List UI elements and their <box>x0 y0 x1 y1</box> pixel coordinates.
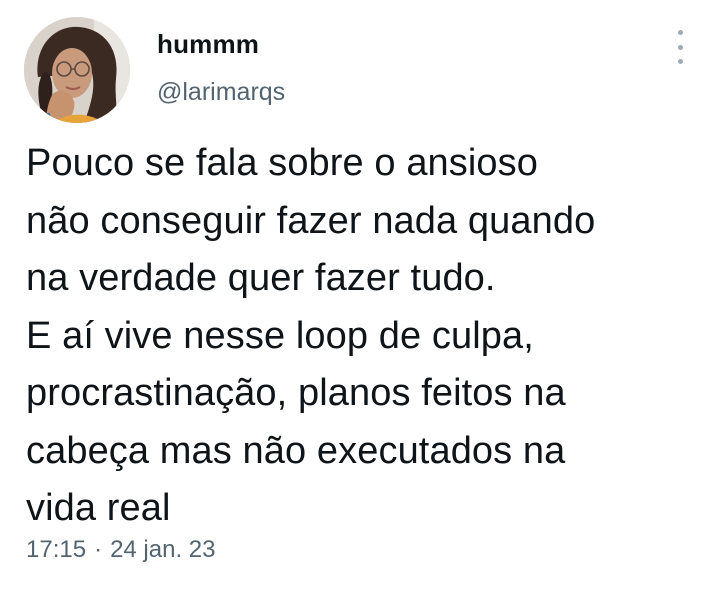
user-handle[interactable]: @larimarqs <box>157 78 285 107</box>
tweet-text-line: não conseguir fazer nada quando <box>26 199 596 242</box>
tweet-text-line: cabeça mas não executados na <box>26 429 566 472</box>
profile-photo-icon <box>24 17 130 123</box>
tweet-date: 24 jan. 23 <box>110 536 216 563</box>
tweet-text: Pouco se fala sobre o ansioso não conseg… <box>26 135 706 538</box>
menu-dot <box>677 30 683 35</box>
tweet-timestamp[interactable]: 17:15 · 24 jan. 23 <box>26 536 215 564</box>
tweet-card: hummm @larimarqs Pouco se fala sobre o a… <box>0 0 720 589</box>
more-vertical-icon[interactable] <box>668 30 692 64</box>
tweet-time: 17:15 <box>26 536 87 563</box>
tweet-text-line: procrastinação, planos feitos na <box>26 372 566 414</box>
menu-dot <box>677 59 683 64</box>
tweet-text-line: Pouco se fala sobre o ansioso <box>26 142 539 184</box>
tweet-text-line: E aí vive nesse loop de culpa, <box>26 314 534 357</box>
meta-separator: · <box>94 536 103 563</box>
menu-dot <box>677 44 683 50</box>
avatar[interactable] <box>24 17 130 123</box>
tweet-text-line: vida real <box>26 487 171 529</box>
tweet-text-line: na verdade quer fazer tudo. <box>26 257 496 299</box>
display-name[interactable]: hummm <box>157 29 259 60</box>
